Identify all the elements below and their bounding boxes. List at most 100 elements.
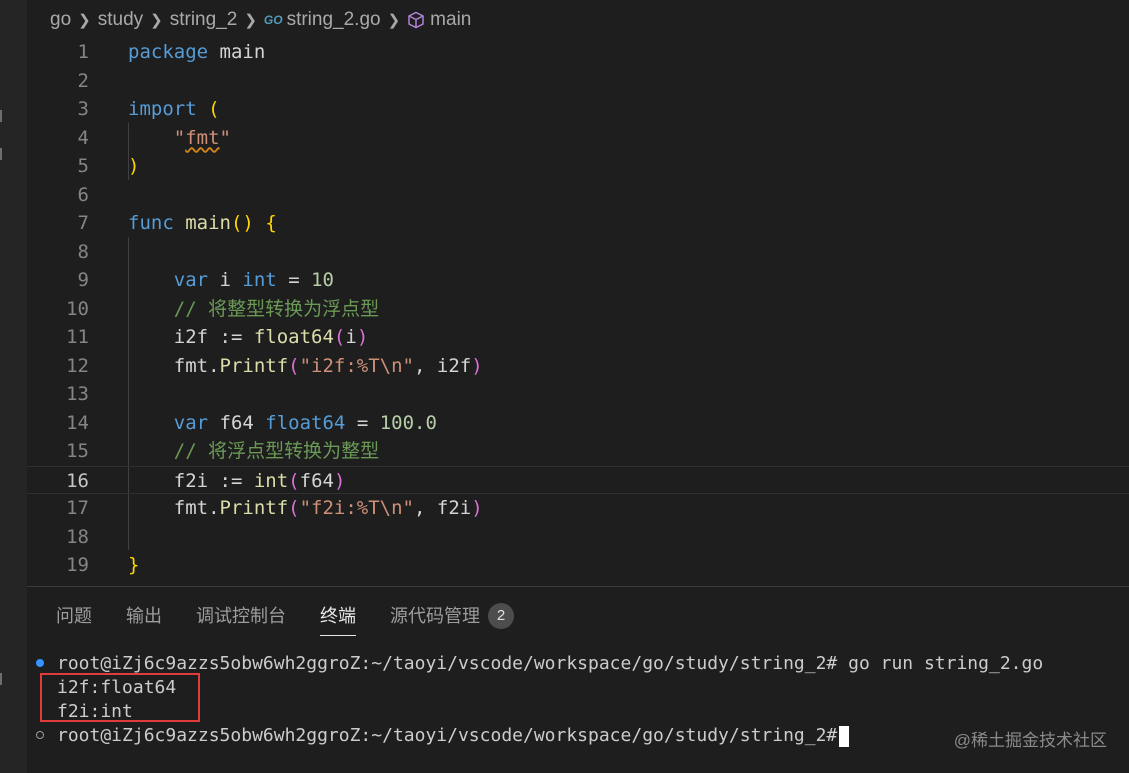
code-line[interactable]: 8: [27, 238, 1129, 267]
chevron-right-icon: ❯: [78, 12, 91, 29]
code-line[interactable]: 2: [27, 67, 1129, 96]
code-token: "f2i:%T\n": [299, 497, 414, 519]
code-line[interactable]: 9 var i int = 10: [27, 266, 1129, 295]
line-number: 19: [66, 554, 89, 576]
code-token: f64: [208, 411, 266, 434]
breadcrumb-file[interactable]: string_2.go: [287, 9, 381, 31]
code-token: // 将浮点型转换为整型: [173, 440, 380, 462]
code-token: ): [128, 155, 140, 177]
code-text: fmt.Printf("i2f:%T\n", i2f): [128, 352, 483, 381]
code-token: Printf: [219, 354, 289, 377]
code-token: ): [471, 354, 483, 377]
code-line[interactable]: 12 fmt.Printf("i2f:%T\n", i2f): [27, 352, 1129, 381]
code-token: var: [173, 269, 209, 291]
symbol-cube-icon: [408, 11, 424, 29]
code-line[interactable]: 5): [27, 152, 1129, 181]
code-line[interactable]: 17 fmt.Printf("f2i:%T\n", f2i): [27, 494, 1129, 523]
breadcrumb-item-go[interactable]: go: [50, 9, 71, 31]
line-number: 6: [77, 183, 89, 206]
code-line[interactable]: 11 i2f := float64(i): [27, 323, 1129, 352]
code-text: }: [128, 551, 139, 580]
command-success-dot-icon[interactable]: [36, 659, 44, 667]
code-line[interactable]: 16 f2i := int(f64): [27, 465, 1129, 496]
code-token: float64: [253, 326, 334, 348]
code-token: , i2f: [414, 354, 472, 377]
line-number: 14: [66, 411, 89, 434]
code-line[interactable]: 19}: [27, 551, 1129, 580]
tab-output[interactable]: 输出: [109, 596, 179, 636]
code-token: fmt.: [128, 354, 220, 377]
go-file-icon: GO: [263, 13, 283, 27]
line-number: 18: [66, 525, 89, 548]
code-line[interactable]: 14 var f64 float64 = 100.0: [27, 409, 1129, 438]
line-number: 5: [77, 155, 89, 177]
line-number: 16: [66, 469, 89, 492]
scm-count-badge: 2: [488, 603, 514, 629]
code-line[interactable]: 15 // 将浮点型转换为整型: [27, 437, 1129, 466]
command-pending-dot-icon[interactable]: [36, 731, 44, 739]
terminal-cursor: [839, 725, 850, 747]
breadcrumb-symbol-main[interactable]: main: [430, 9, 471, 31]
code-line[interactable]: 18: [27, 523, 1129, 552]
code-token: , f2i: [414, 497, 472, 519]
code-token: import: [128, 98, 197, 120]
code-line[interactable]: 6: [27, 181, 1129, 210]
code-line[interactable]: 1 package main: [27, 38, 1129, 67]
code-token: int: [253, 469, 289, 492]
terminal-command: go run string_2.go: [837, 653, 1044, 674]
code-token: fmt: [185, 126, 220, 149]
code-token: // 将整型转换为浮点型: [173, 297, 380, 320]
terminal-prompt: root@iZj6c9azzs5obw6wh2ggroZ:~/taoyi/vsc…: [57, 725, 838, 746]
code-token: func: [128, 212, 174, 234]
code-token: int: [242, 269, 277, 291]
code-line[interactable]: 13: [27, 380, 1129, 409]
code-token: i: [345, 326, 357, 348]
breadcrumb-item-string-2[interactable]: string_2: [170, 9, 238, 31]
code-line[interactable]: 4 "fmt": [27, 124, 1129, 153]
code-token: f64: [299, 469, 334, 492]
line-number: 9: [77, 269, 89, 291]
tab-debug-console[interactable]: 调试控制台: [179, 596, 303, 636]
code-token: fmt.: [128, 497, 220, 519]
chevron-right-icon: ❯: [244, 12, 257, 29]
code-token: 100.0: [379, 411, 437, 434]
code-token: }: [128, 554, 140, 576]
code-text: import (: [128, 95, 220, 124]
chevron-right-icon: ❯: [387, 12, 401, 29]
code-token: (): [230, 212, 254, 234]
breadcrumb-item-study[interactable]: study: [98, 9, 143, 31]
code-token: i2f :=: [128, 326, 254, 348]
terminal-prompt: root@iZj6c9azzs5obw6wh2ggroZ:~/taoyi/vsc…: [57, 653, 838, 674]
line-number: 8: [77, 240, 89, 263]
code-text: var f64 float64 = 100.0: [128, 409, 437, 438]
line-number: 1: [77, 41, 89, 63]
tab-problems[interactable]: 问题: [27, 596, 109, 636]
code-token: =: [345, 411, 380, 434]
code-text: f2i := int(f64): [128, 467, 346, 496]
code-token: (: [208, 98, 220, 120]
code-token: {: [265, 212, 277, 234]
panel-tab-bar: 问题 输出 调试控制台 终端 源代码管理 2: [27, 596, 1129, 636]
line-number: 3: [77, 98, 89, 120]
tab-source-control[interactable]: 源代码管理: [373, 596, 486, 636]
code-token: (: [288, 497, 300, 519]
line-number: 13: [66, 383, 89, 405]
terminal-command-line: root@iZj6c9azzs5obw6wh2ggroZ:~/taoyi/vsc…: [57, 652, 1043, 676]
code-line[interactable]: 7 func main() {: [27, 209, 1129, 238]
line-number: 2: [77, 69, 89, 92]
watermark: @稀土掘金技术社区: [953, 731, 1107, 750]
code-line[interactable]: 10 // 将整型转换为浮点型: [27, 295, 1129, 324]
code-line[interactable]: 3 import (: [27, 95, 1129, 124]
activity-marker: [0, 148, 2, 160]
line-number: 15: [66, 440, 89, 462]
code-token: 10: [311, 269, 334, 291]
code-editor[interactable]: 1 package main 2 3 import (4 "fmt" 5) 6 7 func m…: [27, 38, 1129, 586]
code-token: package: [128, 41, 209, 63]
tab-terminal[interactable]: 终端: [303, 596, 373, 636]
activity-marker: [0, 110, 2, 122]
line-number: 4: [77, 126, 89, 149]
